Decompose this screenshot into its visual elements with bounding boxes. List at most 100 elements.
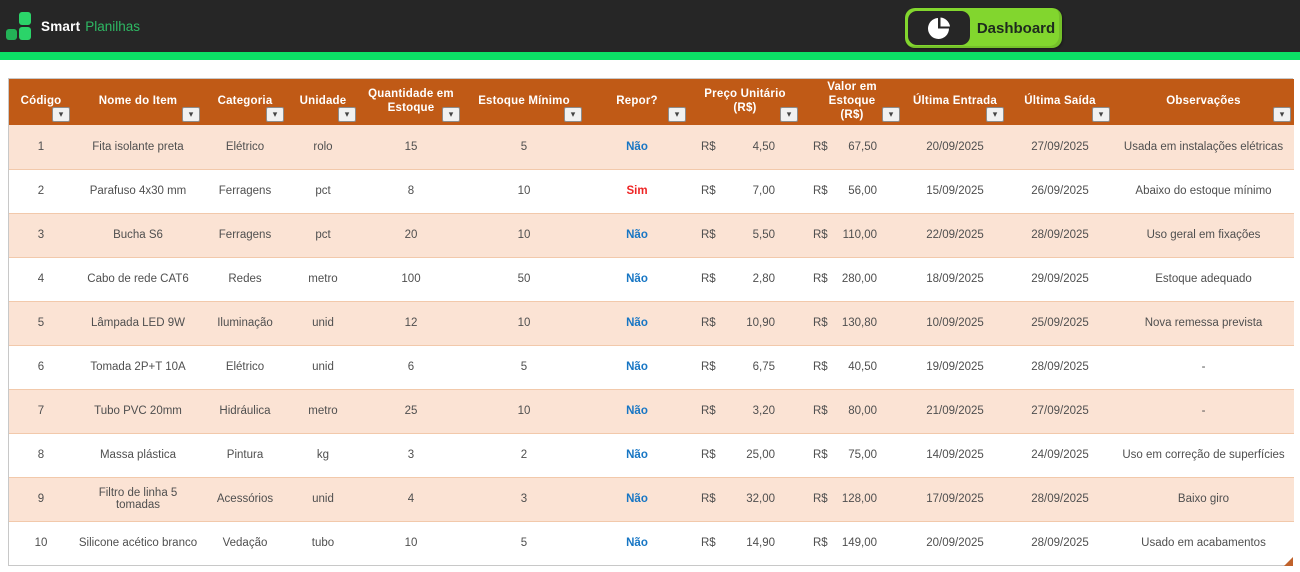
cell-valor: R$ 40,50 [801,345,903,390]
cell-minimo: 10 [463,213,585,258]
cell-unidade: unid [287,301,359,346]
valor-value: 80,00 [848,405,877,417]
cell-entrada: 15/09/2025 [903,169,1007,214]
filter-dropdown-categoria[interactable]: ▾ [266,107,284,122]
cell-minimo: 10 [463,169,585,214]
cell-saida: 27/09/2025 [1007,125,1113,170]
cell-saida: 28/09/2025 [1007,521,1113,565]
cell-obs: Usado em acabamentos [1113,521,1294,565]
cell-unidade: tubo [287,521,359,565]
table-row: 6 Tomada 2P+T 10A Elétrico unid 6 5 Não R$ 6,75 R… [9,345,1294,390]
chevron-down-icon: ▾ [570,109,576,119]
inventory-table: Código ▾ Nome do Item ▾ Categoria ▾ Unidade ▾ Qu… [9,79,1294,565]
cell-obs: Abaixo do estoque mínimo [1113,169,1294,214]
currency-symbol: R$ [701,273,716,285]
filter-dropdown-minimo[interactable]: ▾ [564,107,582,122]
cell-nome: Tomada 2P+T 10A [73,345,203,390]
cell-obs: Uso em correção de superfícies [1113,433,1294,478]
currency-symbol: R$ [701,140,716,153]
filter-dropdown-valor[interactable]: ▾ [882,107,900,122]
cell-repor: Sim [585,169,689,214]
currency-symbol: R$ [813,317,828,329]
cell-saida: 29/09/2025 [1007,257,1113,302]
filter-dropdown-codigo[interactable]: ▾ [52,107,70,122]
filter-dropdown-obs[interactable]: ▾ [1273,107,1291,122]
cell-categoria: Ferragens [203,213,287,258]
currency-symbol: R$ [701,493,716,505]
column-label: Código [20,95,62,108]
cell-repor: Não [585,257,689,302]
table-resize-handle[interactable] [1284,557,1293,566]
dashboard-button[interactable]: Dashboard [905,8,1062,48]
chevron-down-icon: ▾ [188,109,194,119]
filter-dropdown-nome[interactable]: ▾ [182,107,200,122]
table-row: 2 Parafuso 4x30 mm Ferragens pct 8 10 Sim R$ 7,0… [9,169,1294,214]
column-label: Preço Unitário (R$) [704,88,786,114]
currency-symbol: R$ [701,185,716,197]
app-header: Smart Planilhas Dashboard [0,0,1300,52]
column-header-codigo: Código ▾ [9,79,73,125]
column-label: Unidade [299,95,347,108]
cell-entrada: 20/09/2025 [903,125,1007,170]
preco-value: 7,00 [752,185,775,197]
filter-dropdown-qtd[interactable]: ▾ [442,107,460,122]
cell-valor: R$ 80,00 [801,389,903,434]
cell-entrada: 20/09/2025 [903,521,1007,565]
valor-value: 128,00 [841,493,877,505]
repor-flag: Sim [626,185,648,197]
cell-qtd: 10 [359,521,463,565]
cell-minimo: 3 [463,477,585,522]
cell-categoria: Vedação [203,521,287,565]
cell-qtd: 20 [359,213,463,258]
cell-unidade: unid [287,477,359,522]
cell-minimo: 5 [463,521,585,565]
repor-flag: Não [626,317,648,329]
repor-flag: Não [626,537,648,550]
currency-symbol: R$ [701,361,716,373]
cell-saida: 27/09/2025 [1007,389,1113,434]
table-header-row: Código ▾ Nome do Item ▾ Categoria ▾ Unidade ▾ Qu… [9,79,1294,125]
cell-categoria: Elétrico [203,345,287,390]
filter-dropdown-preco[interactable]: ▾ [780,107,798,122]
repor-flag: Não [626,449,648,461]
column-header-entrada: Última Entrada ▾ [903,79,1007,125]
table-row: 4 Cabo de rede CAT6 Redes metro 100 50 Não R$ 2,… [9,257,1294,302]
cell-nome: Tubo PVC 20mm [73,389,203,434]
currency-symbol: R$ [701,449,716,461]
preco-value: 3,20 [752,405,775,417]
cell-minimo: 5 [463,125,585,170]
cell-valor: R$ 56,00 [801,169,903,214]
table-row: 9 Filtro de linha 5 tomadas Acessórios unid… [9,477,1294,522]
valor-value: 40,50 [848,361,877,373]
valor-value: 56,00 [848,185,877,197]
cell-repor: Não [585,301,689,346]
filter-dropdown-repor[interactable]: ▾ [668,107,686,122]
column-header-obs: Observações ▾ [1113,79,1294,125]
cell-repor: Não [585,389,689,434]
column-header-valor: Valor em Estoque (R$) ▾ [801,79,903,125]
cell-codigo: 2 [9,169,73,214]
cell-categoria: Pintura [203,433,287,478]
cell-valor: R$ 280,00 [801,257,903,302]
filter-dropdown-entrada[interactable]: ▾ [986,107,1004,122]
column-label: Repor? [616,95,658,108]
chevron-down-icon: ▾ [786,109,792,119]
filter-dropdown-unidade[interactable]: ▾ [338,107,356,122]
table-row: 10 Silicone acético branco Vedação tubo 10 5 N… [9,521,1294,565]
filter-dropdown-saida[interactable]: ▾ [1092,107,1110,122]
cell-qtd: 3 [359,433,463,478]
preco-value: 25,00 [746,449,775,461]
cell-categoria: Hidráulica [203,389,287,434]
cell-codigo: 3 [9,213,73,258]
column-header-repor: Repor? ▾ [585,79,689,125]
currency-symbol: R$ [701,229,716,241]
cell-repor: Não [585,345,689,390]
cell-unidade: pct [287,213,359,258]
table-row: 1 Fita isolante preta Elétrico rolo 15 5 Não R$… [9,125,1294,170]
cell-preco: R$ 32,00 [689,477,801,522]
cell-codigo: 4 [9,257,73,302]
cell-saida: 28/09/2025 [1007,213,1113,258]
repor-flag: Não [626,273,648,285]
cell-entrada: 17/09/2025 [903,477,1007,522]
chevron-down-icon: ▾ [1279,109,1285,119]
